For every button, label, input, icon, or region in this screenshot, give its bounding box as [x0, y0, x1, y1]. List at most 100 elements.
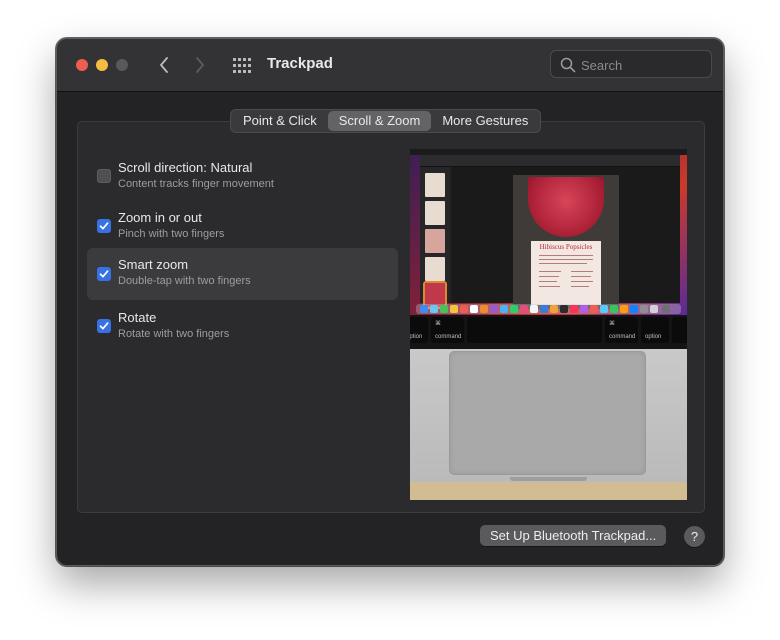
- option-title: Smart zoom: [118, 257, 189, 272]
- preview-dock-icon: [570, 305, 578, 313]
- preview-thumbnail: [425, 257, 445, 281]
- window-title: Trackpad: [267, 55, 333, 72]
- preview-text-line: [539, 286, 560, 287]
- option-subtitle: Content tracks finger movement: [118, 178, 274, 190]
- option-zoom-in-out[interactable]: Zoom in or out Pinch with two fingers: [87, 201, 398, 253]
- preview-key-space: [467, 317, 602, 343]
- title-bar: Trackpad: [57, 39, 723, 92]
- preview-dock-icon: [662, 305, 670, 313]
- preview-dock: [416, 304, 681, 314]
- preview-text-line: [571, 286, 589, 287]
- preview-dock-icon: [470, 305, 478, 313]
- chevron-left-icon: [160, 57, 168, 73]
- option-smart-zoom[interactable]: Smart zoom Double-tap with two fingers: [87, 248, 398, 300]
- close-button[interactable]: [76, 59, 88, 71]
- preview-key-option-left: option: [410, 317, 428, 343]
- preview-dock-icon: [610, 305, 618, 313]
- setup-bluetooth-trackpad-button[interactable]: Set Up Bluetooth Trackpad...: [480, 525, 667, 546]
- preview-thumbnail: [425, 229, 445, 253]
- back-button[interactable]: [152, 53, 176, 77]
- preview-dock-icon: [520, 305, 528, 313]
- zoom-in-out-checkbox[interactable]: [97, 219, 111, 233]
- command-icon: ⌘: [435, 321, 441, 327]
- preview-key-label: command: [435, 334, 462, 340]
- minimize-button[interactable]: [96, 59, 108, 71]
- preview-dock-icon: [590, 305, 598, 313]
- preview-key-command-left: ⌘ command: [431, 317, 464, 343]
- preview-dock-icon: [430, 305, 438, 313]
- preview-page-heading: Hibiscus Popsicles: [539, 243, 593, 251]
- preview-text-line: [539, 271, 561, 272]
- preview-key-arrow: [672, 317, 687, 343]
- grid-icon: [233, 58, 251, 73]
- preview-dock-icon: [600, 305, 608, 313]
- preview-pages-window: Hibiscus Popsicles: [420, 155, 680, 309]
- preview-dock-icon: [530, 305, 538, 313]
- checkmark-icon: [99, 222, 109, 230]
- gesture-preview-video: Hibiscus Popsicles tion ⌘ command ⌘ comm…: [410, 149, 687, 500]
- preview-thumbnail: [425, 201, 445, 225]
- chevron-right-icon: [196, 57, 204, 73]
- preview-key-command-right: ⌘ command: [605, 317, 638, 343]
- search-icon: [560, 57, 576, 73]
- preview-dock-icon: [550, 305, 558, 313]
- preview-dock-icon: [480, 305, 488, 313]
- preview-laptop-lip: [510, 477, 587, 481]
- preview-text-line: [571, 271, 593, 272]
- preview-recipe-card: Hibiscus Popsicles: [531, 241, 601, 305]
- preview-text-line: [571, 281, 593, 282]
- preview-dock-icon: [450, 305, 458, 313]
- help-button[interactable]: ?: [684, 526, 705, 547]
- tab-more-gestures[interactable]: More Gestures: [431, 111, 539, 131]
- zoom-button[interactable]: [116, 59, 128, 71]
- command-icon: ⌘: [609, 321, 615, 327]
- tab-bar: Point & Click Scroll & Zoom More Gesture…: [230, 109, 542, 133]
- option-title: Zoom in or out: [118, 210, 202, 225]
- preview-popsicle-bowl: [528, 177, 604, 237]
- preferences-window: Trackpad Point & Click Scroll & Zoom Mor…: [56, 38, 724, 566]
- preview-thumbnail: [425, 173, 445, 197]
- preview-keyboard: option ⌘ command ⌘ command option: [410, 315, 687, 349]
- preview-dock-icon: [620, 305, 628, 313]
- preview-dock-icon: [440, 305, 448, 313]
- option-scroll-direction[interactable]: Scroll direction: Natural Content tracks…: [87, 151, 398, 203]
- preview-text-line: [539, 276, 559, 277]
- forward-button[interactable]: [188, 53, 212, 77]
- checkmark-icon: [99, 270, 109, 278]
- preview-text-line: [539, 281, 557, 282]
- option-subtitle: Double-tap with two fingers: [118, 275, 251, 287]
- preview-text-line: [539, 263, 587, 264]
- preview-dock-icon: [460, 305, 468, 313]
- tab-scroll-zoom[interactable]: Scroll & Zoom: [327, 111, 432, 131]
- search-input[interactable]: [581, 55, 706, 75]
- preview-key-label: option: [410, 334, 423, 340]
- preview-dock-icon: [580, 305, 588, 313]
- option-title: Scroll direction: Natural: [118, 160, 253, 175]
- checkmark-icon: [99, 322, 109, 330]
- smart-zoom-checkbox[interactable]: [97, 267, 111, 281]
- preview-document-page: Hibiscus Popsicles: [513, 175, 619, 309]
- preview-key-label: option: [645, 334, 662, 340]
- preview-laptop-screen: Hibiscus Popsicles: [410, 149, 687, 315]
- rotate-checkbox[interactable]: [97, 319, 111, 333]
- preview-dock-icon: [560, 305, 568, 313]
- preview-text-line: [539, 255, 593, 256]
- option-subtitle: Pinch with two fingers: [118, 228, 225, 240]
- option-rotate[interactable]: Rotate Rotate with two fingers: [87, 301, 398, 353]
- preview-dock-icon: [500, 305, 508, 313]
- search-field[interactable]: [550, 50, 712, 78]
- preview-key-option-right: option: [641, 317, 669, 343]
- scroll-direction-checkbox[interactable]: [97, 169, 111, 183]
- option-subtitle: Rotate with two fingers: [118, 328, 230, 340]
- show-all-button[interactable]: [231, 55, 253, 77]
- preview-dock-icon: [650, 305, 658, 313]
- preview-text-line: [571, 276, 591, 277]
- preview-dock-icon: [540, 305, 548, 313]
- preview-thumbnail-sidebar: [420, 167, 450, 309]
- preview-trackpad-surface: [449, 351, 646, 475]
- tab-point-click[interactable]: Point & Click: [232, 111, 328, 131]
- preview-key-label: command: [609, 334, 636, 340]
- preview-dock-icon: [490, 305, 498, 313]
- preview-dock-icon: [640, 305, 648, 313]
- option-title: Rotate: [118, 310, 157, 325]
